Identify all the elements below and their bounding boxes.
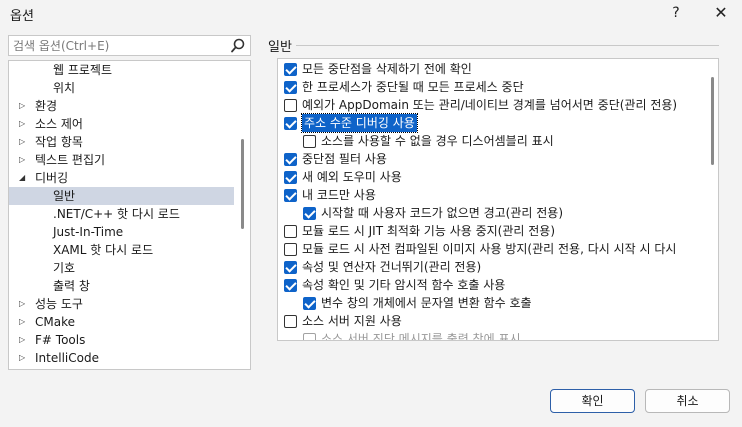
tree-item[interactable]: 기호 (9, 259, 234, 277)
tree-item[interactable]: ▷ IntelliCode (9, 349, 234, 367)
tree-item-label: 성능 도구 (35, 297, 83, 311)
tree-item[interactable]: Just-In-Time (9, 223, 234, 241)
tree-scrollbar-thumb[interactable] (241, 139, 244, 229)
tree-item-label: F# Tools (35, 333, 86, 347)
option-checkbox[interactable] (284, 81, 297, 94)
cancel-button[interactable]: 취소 (645, 389, 730, 413)
tree-item[interactable]: ▷ 작업 항목 (9, 133, 234, 151)
tree-item[interactable]: ▷ F# Tools (9, 331, 234, 349)
expand-arrow-icon[interactable]: ▷ (19, 133, 31, 151)
option-label: 모든 중단점을 삭제하기 전에 확인 (302, 62, 472, 76)
tree-item[interactable]: .NET/C++ 핫 다시 로드 (9, 205, 234, 223)
option-checkbox[interactable] (284, 261, 297, 274)
tree-item-label: 웹 프로젝트 (53, 63, 113, 77)
search-input[interactable] (13, 38, 218, 54)
option-checkbox[interactable] (303, 297, 316, 310)
tree-item[interactable]: ◢ 디버깅 (9, 169, 234, 187)
tree-item-label: Just-In-Time (53, 225, 124, 239)
expand-arrow-icon[interactable]: ▷ (19, 295, 31, 313)
tree-item[interactable]: 출력 창 (9, 277, 234, 295)
tree-item-label: .NET/C++ 핫 다시 로드 (53, 207, 180, 221)
option-checkbox[interactable] (284, 99, 297, 112)
tree-item[interactable]: 위치 (9, 79, 234, 97)
expand-arrow-icon[interactable]: ▷ (19, 115, 31, 133)
title-bar: 옵션 ? ✕ (0, 0, 742, 28)
option-label: 소스를 사용할 수 없을 경우 디스어셈블리 표시 (321, 134, 554, 148)
tree-item-label: 환경 (35, 99, 58, 113)
option-label: 예외가 AppDomain 또는 관리/네이티브 경계를 넘어서면 중단(관리 … (302, 98, 678, 112)
option-checkbox[interactable] (284, 153, 297, 166)
tree-item-label: 출력 창 (53, 279, 90, 293)
expand-arrow-icon[interactable]: ▷ (19, 97, 31, 115)
option-checkbox[interactable] (303, 207, 316, 220)
option-label: 모듈 로드 시 사전 컴파일된 이미지 사용 방지(관리 전용, 다시 시작 시… (302, 242, 677, 256)
tree-item[interactable]: ▷ 환경 (9, 97, 234, 115)
expand-arrow-icon[interactable]: ▷ (19, 313, 31, 331)
tree-item-label: 소스 제어 (35, 117, 83, 131)
option-checkbox[interactable] (303, 333, 316, 340)
section-title: 일반 (268, 40, 292, 55)
option-label: 중단점 필터 사용 (302, 152, 387, 166)
tree-item-label: 작업 항목 (35, 135, 83, 149)
tree-item[interactable]: 웹 프로젝트 (9, 61, 234, 79)
option-label: 주소 수준 디버깅 사용 (301, 113, 418, 133)
option-checkbox[interactable] (303, 135, 316, 148)
option-label: 소스 서버 진단 메시지를 출력 창에 표시 (321, 332, 521, 341)
options-tree[interactable]: 웹 프로젝트위치 ▷ 환경 ▷ 소스 제어 ▷ 작업 항목 ▷ 텍스트 편집기 ◢ 디버깅일반 .NE… (8, 60, 251, 370)
section-divider (296, 45, 719, 46)
expand-arrow-icon[interactable]: ▷ (19, 331, 31, 349)
tree-item-label: IntelliCode (35, 351, 99, 365)
option-checkbox[interactable] (284, 279, 297, 292)
option-checkbox[interactable] (284, 117, 297, 130)
expand-arrow-icon[interactable]: ▷ (19, 349, 31, 367)
option-checkbox[interactable] (284, 315, 297, 328)
option-label: 새 예외 도우미 사용 (302, 170, 402, 184)
tree-item[interactable]: ▷ CMake (9, 313, 234, 331)
tree-item[interactable]: 일반 (9, 187, 234, 205)
collapse-arrow-icon[interactable]: ◢ (19, 169, 31, 187)
option-checkbox[interactable] (284, 171, 297, 184)
tree-item-label: 위치 (53, 81, 76, 95)
option-label: 시작할 때 사용자 코드가 없으면 경고(관리 전용) (321, 206, 564, 220)
search-box (8, 35, 251, 56)
tree-item[interactable]: ▷ 텍스트 편집기 (9, 151, 234, 169)
option-label: 내 코드만 사용 (302, 188, 376, 202)
tree-item[interactable]: ▷ 소스 제어 (9, 115, 234, 133)
tree-item-label: XAML 핫 다시 로드 (53, 243, 154, 257)
ok-button[interactable]: 확인 (550, 389, 635, 413)
tree-item-label: 디버깅 (35, 171, 69, 185)
option-checkbox[interactable] (284, 243, 297, 256)
option-label: 속성 및 연산자 건너뛰기(관리 전용) (302, 260, 482, 274)
option-label: 속성 확인 및 기타 암시적 함수 호출 사용 (302, 278, 506, 292)
options-scrollbar-thumb[interactable] (711, 77, 714, 165)
option-label: 소스 서버 지원 사용 (302, 314, 402, 328)
tree-item-label: 일반 (53, 189, 76, 203)
option-label: 한 프로세스가 중단될 때 모든 프로세스 중단 (302, 80, 524, 94)
close-button[interactable]: ✕ (706, 2, 736, 24)
tree-item[interactable]: XAML 핫 다시 로드 (9, 241, 234, 259)
option-checkbox[interactable] (284, 189, 297, 202)
search-icon[interactable] (229, 37, 247, 55)
tree-item-label: 텍스트 편집기 (35, 153, 106, 167)
option-checkbox[interactable] (284, 63, 297, 76)
window-title: 옵션 (10, 9, 34, 24)
option-checkbox[interactable] (284, 225, 297, 238)
tree-item-label: 기호 (53, 261, 76, 275)
expand-arrow-icon[interactable]: ▷ (19, 151, 31, 169)
tree-item-label: CMake (35, 315, 75, 329)
tree-item[interactable]: ▷ 성능 도구 (9, 295, 234, 313)
help-button[interactable]: ? (664, 2, 688, 24)
options-list[interactable]: 모든 중단점을 삭제하기 전에 확인한 프로세스가 중단될 때 모든 프로세스 … (277, 58, 719, 341)
option-label: 변수 창의 개체에서 문자열 변환 함수 호출 (321, 296, 532, 310)
option-label: 모듈 로드 시 JIT 최적화 기능 사용 중지(관리 전용) (302, 224, 556, 238)
